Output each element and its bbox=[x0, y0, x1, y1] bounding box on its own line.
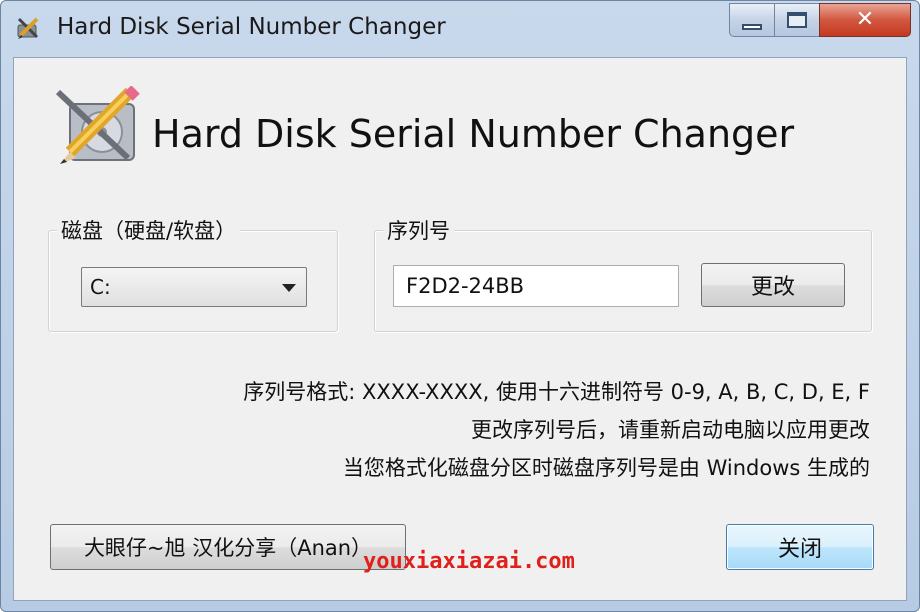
close-window-button[interactable]: ✕ bbox=[819, 3, 911, 37]
serial-group-label: 序列号 bbox=[383, 215, 454, 245]
client-area: Hard Disk Serial Number Changer 磁盘（硬盘/软盘… bbox=[13, 57, 907, 601]
info-windows-text: 当您格式化磁盘分区时磁盘序列号是由 Windows 生成的 bbox=[342, 456, 870, 480]
disk-group-label: 磁盘（硬盘/软盘） bbox=[57, 215, 241, 245]
credit-button[interactable]: 大眼仔~旭 汉化分享（Anan） bbox=[50, 524, 406, 570]
app-icon bbox=[15, 15, 41, 41]
close-button[interactable]: 关闭 bbox=[726, 524, 874, 570]
watermark-text: youxiaxiazai.com bbox=[363, 549, 575, 574]
minimize-icon bbox=[742, 24, 762, 30]
window-title: Hard Disk Serial Number Changer bbox=[57, 14, 446, 40]
drive-select-value: C: bbox=[90, 275, 111, 299]
maximize-icon bbox=[787, 12, 807, 28]
disk-group: 磁盘（硬盘/软盘） C: bbox=[48, 215, 338, 332]
change-serial-button[interactable]: 更改 bbox=[701, 263, 845, 307]
close-icon: ✕ bbox=[855, 7, 875, 32]
chevron-down-icon bbox=[282, 284, 296, 292]
minimize-button[interactable] bbox=[729, 3, 775, 37]
serial-group: 序列号 F2D2-24BB 更改 bbox=[374, 215, 872, 332]
serial-input[interactable]: F2D2-24BB bbox=[393, 265, 679, 307]
app-window: Hard Disk Serial Number Changer ✕ Hard D… bbox=[0, 0, 920, 612]
title-bar[interactable]: Hard Disk Serial Number Changer ✕ bbox=[1, 1, 919, 53]
info-restart-text: 更改序列号后，请重新启动电脑以应用更改 bbox=[471, 418, 870, 442]
hard-disk-pencil-icon bbox=[48, 85, 144, 166]
header-title: Hard Disk Serial Number Changer bbox=[152, 112, 795, 156]
maximize-button[interactable] bbox=[774, 3, 820, 37]
drive-select[interactable]: C: bbox=[81, 267, 307, 307]
info-format-text: 序列号格式: XXXX-XXXX, 使用十六进制符号 0-9, A, B, C,… bbox=[243, 380, 870, 404]
caption-buttons: ✕ bbox=[729, 3, 911, 37]
